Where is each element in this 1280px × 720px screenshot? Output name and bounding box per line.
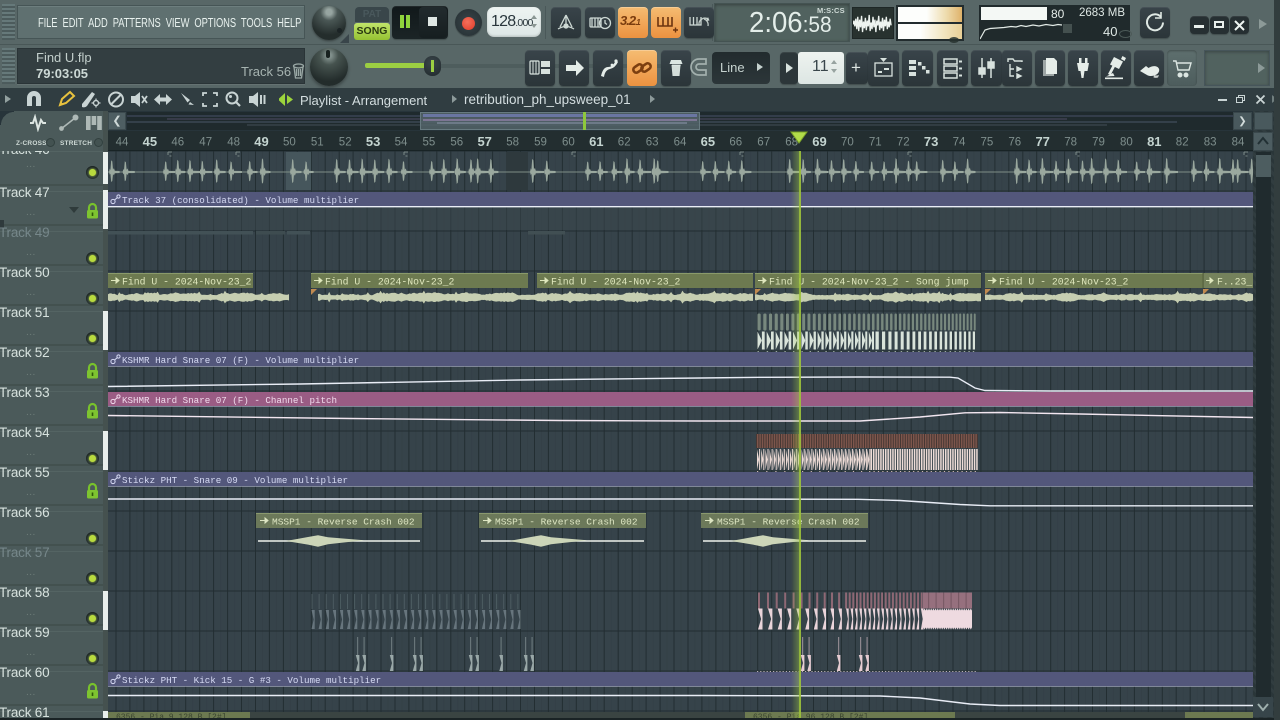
svg-text:56: 56: [450, 137, 463, 149]
svg-text:75: 75: [981, 137, 994, 149]
svg-text:KSHMR Hard Snare 07 (F) - Volu: KSHMR Hard Snare 07 (F) - Volume multipl…: [122, 355, 359, 366]
svg-text:45: 45: [143, 134, 157, 149]
svg-text:79: 79: [1092, 137, 1105, 149]
svg-text:Stickz PHT - Kick 15 - G #3 -: Stickz PHT - Kick 15 - G #3 - Volume mul…: [122, 675, 381, 686]
svg-text:84: 84: [1232, 137, 1245, 149]
svg-text:78: 78: [1064, 137, 1077, 149]
svg-text:59: 59: [534, 137, 547, 149]
svg-text:58: 58: [506, 137, 519, 149]
svg-text:48: 48: [227, 137, 240, 149]
svg-text:69: 69: [812, 134, 826, 149]
svg-text:74: 74: [953, 137, 966, 149]
svg-text:Stickz PHT - Snare 09 - Volume: Stickz PHT - Snare 09 - Volume multiplie…: [122, 475, 348, 486]
svg-text:46: 46: [171, 137, 184, 149]
svg-text:KSHMR Hard Snare 07 (F) - Chan: KSHMR Hard Snare 07 (F) - Channel pitch: [122, 395, 337, 406]
svg-text:66: 66: [729, 137, 742, 149]
svg-text:61: 61: [589, 134, 603, 149]
svg-text:Track 37 (consolidated) - Volu: Track 37 (consolidated) - Volume multipl…: [122, 195, 359, 206]
svg-text:53: 53: [366, 134, 380, 149]
svg-text:MSSP1 - Reverse Crash 002: MSSP1 - Reverse Crash 002: [272, 517, 415, 528]
svg-text:55: 55: [423, 137, 436, 149]
svg-text:Find U - 2024-Nov-23_2: Find U - 2024-Nov-23_2: [999, 277, 1128, 288]
svg-text:77: 77: [1035, 134, 1049, 149]
svg-text:49: 49: [254, 134, 268, 149]
svg-text:67: 67: [757, 137, 770, 149]
svg-text:60: 60: [562, 137, 575, 149]
svg-text:82: 82: [1176, 137, 1189, 149]
svg-text:65: 65: [701, 134, 715, 149]
svg-text:76: 76: [1008, 137, 1021, 149]
svg-text:50: 50: [283, 137, 296, 149]
svg-text:Find U - 2024-Nov-23_2: Find U - 2024-Nov-23_2: [551, 277, 680, 288]
svg-text:64: 64: [674, 137, 687, 149]
svg-text:54: 54: [395, 137, 408, 149]
svg-text:Find U - 2024-Nov-23_2: Find U - 2024-Nov-23_2: [122, 277, 251, 288]
svg-text:62: 62: [618, 137, 631, 149]
svg-text:57: 57: [477, 134, 491, 149]
svg-text:73: 73: [924, 134, 938, 149]
svg-text:83: 83: [1204, 137, 1217, 149]
svg-text:44: 44: [116, 137, 129, 149]
svg-text:72: 72: [897, 137, 910, 149]
svg-text:70: 70: [841, 137, 854, 149]
svg-text:63: 63: [646, 137, 659, 149]
svg-text:MSSP1 - Reverse Crash 002: MSSP1 - Reverse Crash 002: [495, 517, 638, 528]
svg-text:71: 71: [869, 137, 882, 149]
svg-text:81: 81: [1147, 134, 1161, 149]
svg-text:47: 47: [199, 137, 212, 149]
svg-text:MSSP1 - Reverse Crash 002: MSSP1 - Reverse Crash 002: [717, 517, 860, 528]
svg-text:52: 52: [339, 137, 352, 149]
svg-text:80: 80: [1120, 137, 1133, 149]
svg-text:51: 51: [311, 137, 324, 149]
svg-text:Find U - 2024-Nov-23_2: Find U - 2024-Nov-23_2: [325, 277, 454, 288]
